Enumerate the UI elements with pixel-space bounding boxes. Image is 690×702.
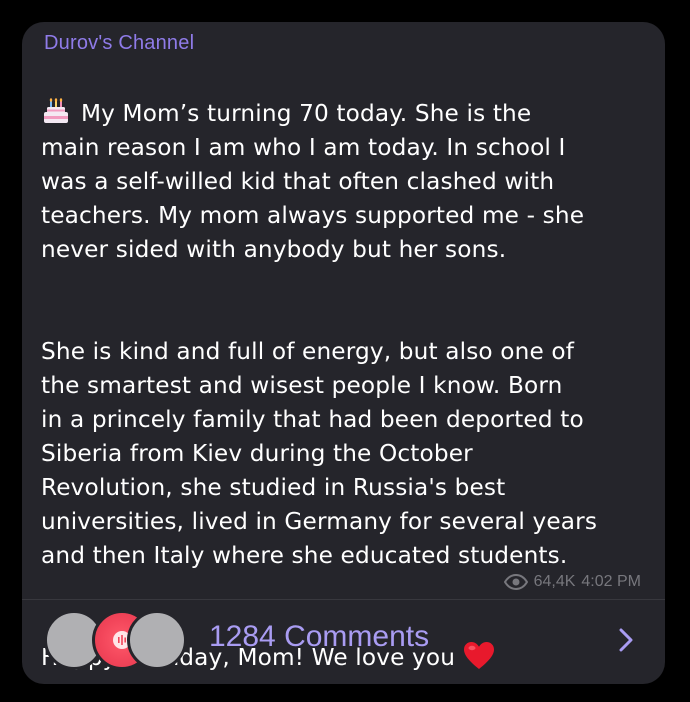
channel-name[interactable]: Durov's Channel bbox=[44, 32, 194, 55]
message-meta: 64,4K 4:02 PM bbox=[503, 573, 641, 591]
chevron-right-icon[interactable] bbox=[617, 627, 635, 653]
commenter-avatar bbox=[127, 610, 187, 670]
message-paragraph-2: She is kind and full of energy, but also… bbox=[41, 338, 598, 569]
cake-icon bbox=[41, 98, 71, 124]
post-time: 4:02 PM bbox=[581, 573, 641, 590]
view-count: 64,4K bbox=[533, 573, 576, 590]
comments-button[interactable]: 1284 Comments bbox=[22, 600, 665, 684]
comments-count-label[interactable]: 1284 Comments bbox=[209, 620, 429, 654]
message-paragraph-1-text: My Mom’s turning 70 today. She is the ma… bbox=[41, 100, 585, 263]
channel-post-bubble[interactable]: Durov's Channel My Mom’s turning 70 toda… bbox=[22, 22, 665, 684]
message-paragraph-1: My Mom’s turning 70 today. She is the ma… bbox=[41, 97, 653, 267]
eye-icon bbox=[503, 573, 528, 591]
